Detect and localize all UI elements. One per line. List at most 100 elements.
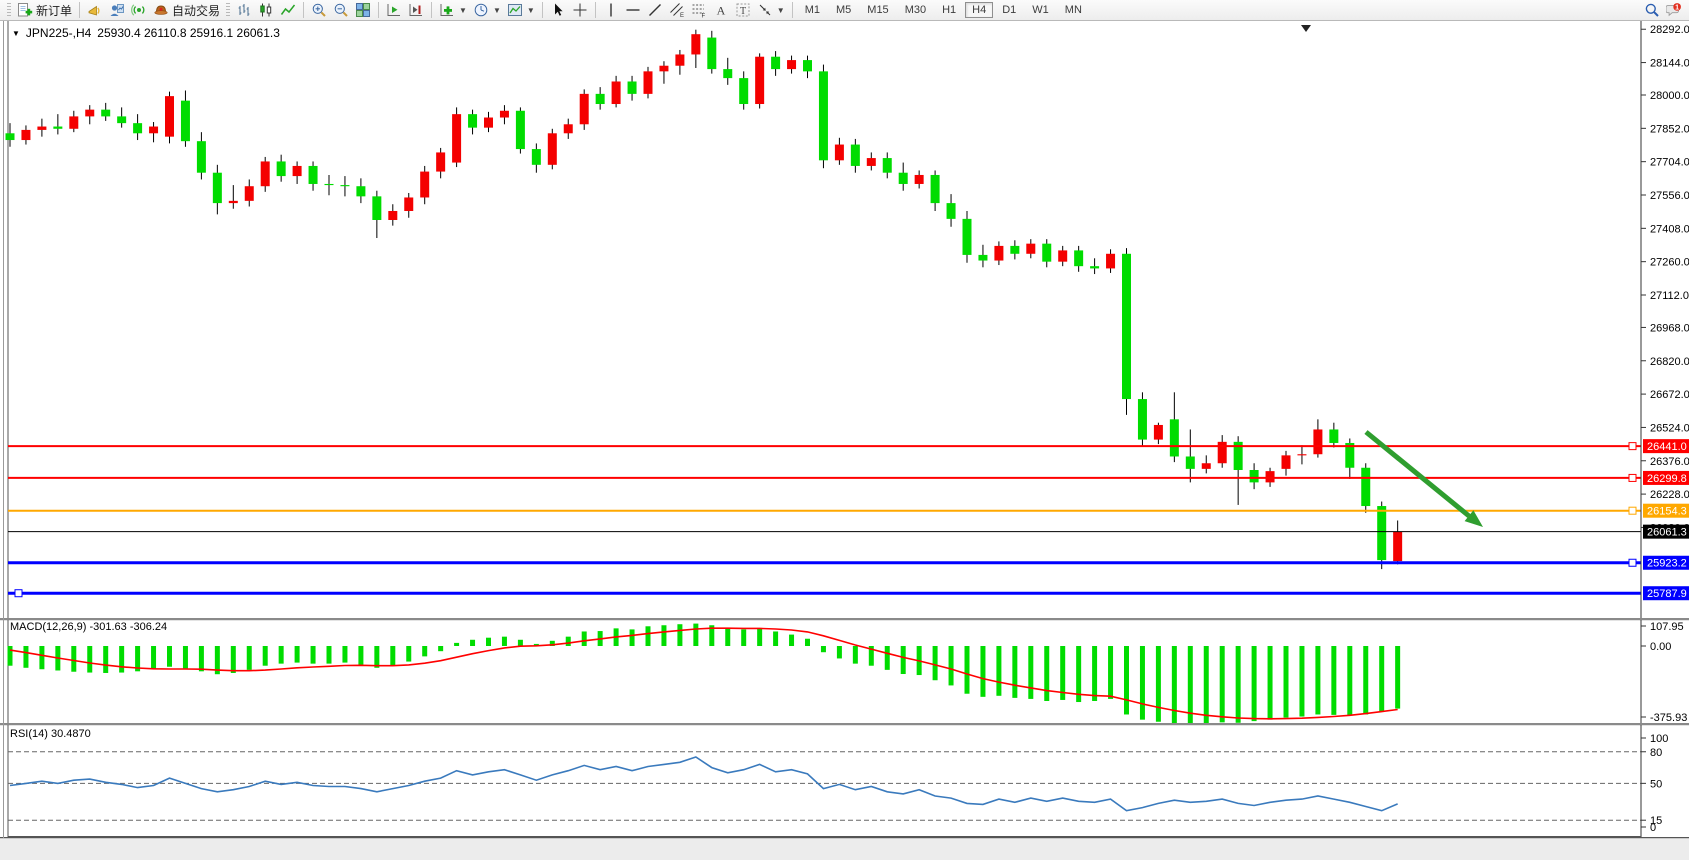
candle-body: [181, 101, 190, 142]
crosshair-icon: [572, 2, 588, 18]
channel-icon: E: [669, 2, 685, 18]
candle-body: [612, 81, 621, 104]
symbol-period-label: JPN225-,H4: [26, 26, 91, 40]
trendline-button[interactable]: [644, 1, 666, 19]
candle-body: [659, 66, 668, 72]
main-chart-canvas[interactable]: 28292.028144.028000.027852.027704.027556…: [0, 21, 1689, 618]
period-button[interactable]: ▼: [470, 1, 504, 19]
auto-scroll-icon: [386, 2, 402, 18]
candle-body: [1010, 246, 1019, 254]
price-tick-label: 26820.0: [1650, 356, 1689, 368]
timeframe-d1[interactable]: D1: [995, 2, 1023, 18]
clock-icon: [473, 2, 489, 18]
candle-body: [436, 152, 445, 171]
channel-button[interactable]: E: [666, 1, 688, 19]
crosshair-button[interactable]: [569, 1, 591, 19]
profile-button[interactable]: [106, 1, 128, 19]
macd-indicator-label: MACD(12,26,9) -301.63 -306.24: [10, 621, 167, 633]
candle-body: [915, 175, 924, 184]
notifications-button[interactable]: 1: [1663, 1, 1685, 19]
candlestick-chart-button[interactable]: [255, 1, 277, 19]
candle-body: [1042, 244, 1051, 262]
line-chart-icon: [280, 2, 296, 18]
chart-shift-icon: [408, 2, 424, 18]
search-button[interactable]: [1641, 1, 1663, 19]
timeframe-m1[interactable]: M1: [798, 2, 827, 18]
auto-trading-button[interactable]: 自动交易: [150, 1, 223, 20]
timeframe-m5[interactable]: M5: [829, 2, 858, 18]
chart-shift-marker-icon[interactable]: [1301, 25, 1311, 32]
candle-body: [1218, 442, 1227, 463]
candle-body: [404, 197, 413, 211]
timeframe-h4[interactable]: H4: [965, 2, 993, 18]
timeframe-mn[interactable]: MN: [1058, 2, 1089, 18]
arrows-button[interactable]: ▼: [754, 1, 788, 19]
chart-menu-triangle-icon[interactable]: ▼: [12, 29, 20, 38]
candle-body: [452, 114, 461, 162]
candle-body: [229, 201, 238, 203]
template-icon: [507, 2, 523, 18]
price-tick-label: 27112.0: [1650, 290, 1689, 302]
chart-shift-button[interactable]: [405, 1, 427, 19]
candle-body: [787, 60, 796, 69]
zoom-in-button[interactable]: [308, 1, 330, 19]
timeframe-h1[interactable]: H1: [935, 2, 963, 18]
horn-button[interactable]: [84, 1, 106, 19]
search-icon: [1644, 2, 1660, 18]
candle-body: [1170, 419, 1179, 456]
candles-layer: [6, 30, 1403, 569]
candle-body: [739, 78, 748, 104]
timeframe-w1[interactable]: W1: [1025, 2, 1056, 18]
signals-button[interactable]: [128, 1, 150, 19]
chevron-down-icon: ▼: [459, 6, 467, 15]
svg-text:A: A: [716, 4, 725, 18]
line-handle: [1629, 443, 1636, 450]
line-handle: [1629, 474, 1636, 481]
new-order-label: 新订单: [36, 2, 72, 19]
candle-body: [21, 130, 30, 140]
text-icon: A: [713, 2, 729, 18]
separator: [542, 2, 543, 18]
rsi-pane-canvas[interactable]: 1008050150: [0, 725, 1689, 837]
window-left-edge: [3, 21, 4, 859]
fibonacci-icon: F: [691, 2, 707, 18]
auto-scroll-button[interactable]: [383, 1, 405, 19]
candle-body: [325, 184, 334, 185]
macd-axis-label: -375.93: [1650, 712, 1687, 723]
chevron-down-icon: ▼: [777, 6, 785, 15]
line-handle: [1629, 559, 1636, 566]
price-line-label: 25923.2: [1647, 558, 1687, 570]
candle-body: [628, 81, 637, 93]
price-tick-label: 27852.0: [1650, 123, 1689, 135]
cursor-button[interactable]: [547, 1, 569, 19]
macd-pane-canvas[interactable]: 107.950.00-375.93: [0, 620, 1689, 723]
candle-body: [580, 94, 589, 124]
indicators-button[interactable]: ▼: [436, 1, 470, 19]
horizontal-line-button[interactable]: [622, 1, 644, 19]
candle-body: [931, 175, 940, 203]
price-tick-label: 28292.0: [1650, 24, 1689, 36]
zoom-out-button[interactable]: [330, 1, 352, 19]
timeframe-m30[interactable]: M30: [898, 2, 933, 18]
timeframe-m15[interactable]: M15: [860, 2, 895, 18]
price-line-label: 25787.9: [1647, 588, 1687, 600]
vertical-line-button[interactable]: [600, 1, 622, 19]
text-label-button[interactable]: T: [732, 1, 754, 19]
templates-button[interactable]: ▼: [504, 1, 538, 19]
candle-body: [197, 141, 206, 173]
price-line-label: 26441.0: [1647, 441, 1687, 453]
candle-body: [899, 173, 908, 184]
tile-windows-button[interactable]: [352, 1, 374, 19]
candle-body: [1138, 399, 1147, 440]
bar-chart-button[interactable]: [233, 1, 255, 19]
new-order-button[interactable]: 新订单: [14, 1, 75, 20]
price-tick-label: 27260.0: [1650, 257, 1689, 269]
price-tick-label: 28000.0: [1650, 90, 1689, 102]
chart-title: ▼ JPN225-,H4 25930.4 26110.8 25916.1 260…: [12, 26, 280, 40]
candle-body: [771, 57, 780, 69]
fibonacci-button[interactable]: F: [688, 1, 710, 19]
line-chart-button[interactable]: [277, 1, 299, 19]
price-tick-label: 26672.0: [1650, 389, 1689, 401]
text-button[interactable]: A: [710, 1, 732, 19]
price-tick-label: 26968.0: [1650, 322, 1689, 334]
